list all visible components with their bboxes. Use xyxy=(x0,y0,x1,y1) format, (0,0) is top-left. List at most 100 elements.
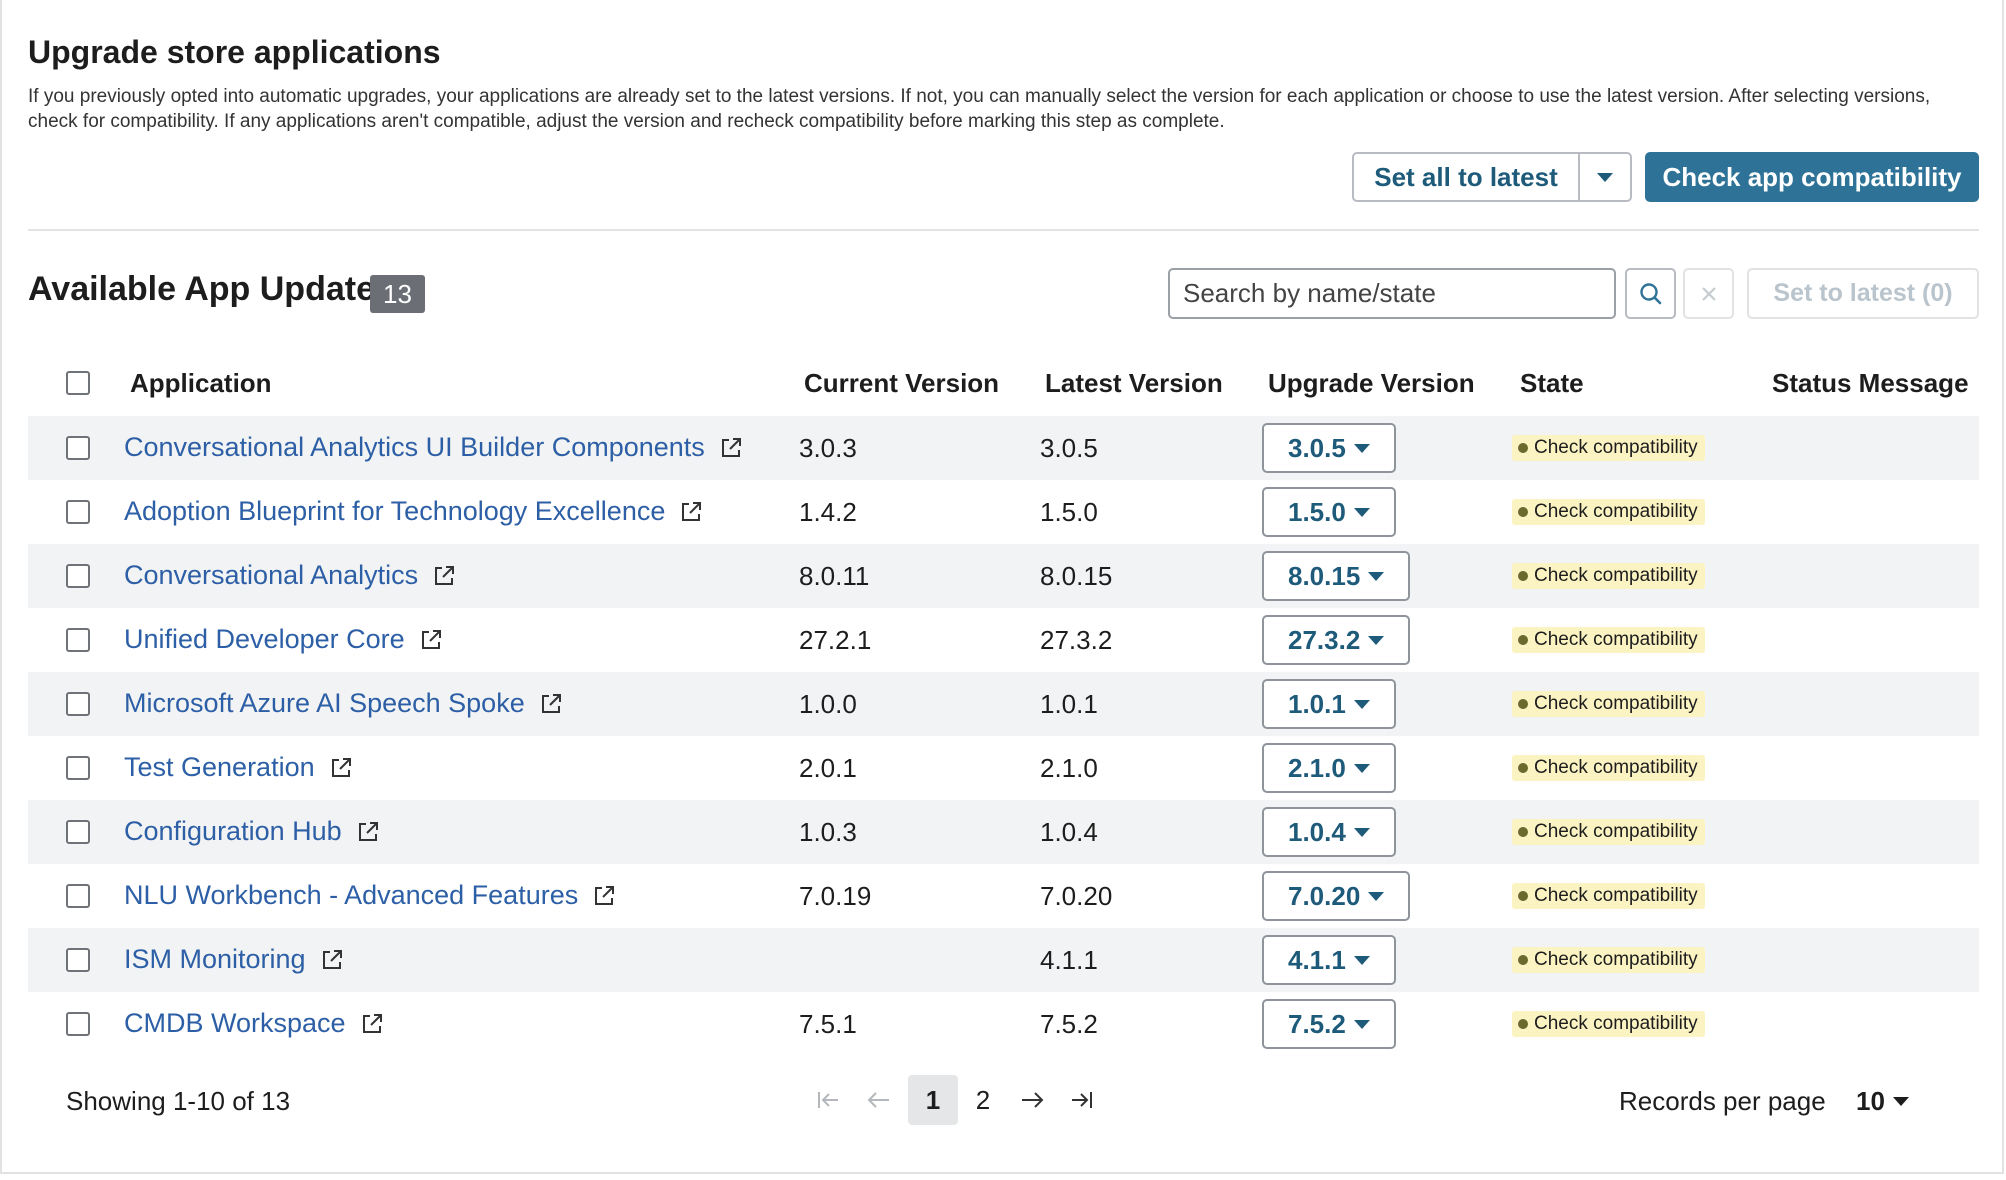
current-version: 27.2.1 xyxy=(799,625,872,655)
row-checkbox[interactable] xyxy=(66,948,90,972)
set-all-split-button: Set all to latest xyxy=(1352,152,1632,202)
column-header-state[interactable]: State xyxy=(1520,368,1584,399)
state-label: Check compatibility xyxy=(1534,437,1698,458)
row-checkbox[interactable] xyxy=(66,884,90,908)
upgrade-version-select[interactable]: 2.1.0 xyxy=(1262,743,1396,793)
row-checkbox[interactable] xyxy=(66,1012,90,1036)
chevron-down-icon xyxy=(1353,763,1370,773)
app-name-link[interactable]: Conversational Analytics xyxy=(124,560,456,591)
app-name-link[interactable]: ISM Monitoring xyxy=(124,944,344,975)
set-all-dropdown-button[interactable] xyxy=(1580,154,1630,200)
state-label: Check compatibility xyxy=(1534,885,1698,906)
status-dot-icon xyxy=(1518,955,1528,965)
row-checkbox[interactable] xyxy=(66,500,90,524)
external-link-icon xyxy=(682,501,702,521)
upgrade-version-value: 7.5.2 xyxy=(1288,1008,1346,1039)
state-badge: Check compatibility xyxy=(1512,1011,1705,1037)
set-to-latest-button[interactable]: Set to latest (0) xyxy=(1747,268,1979,319)
app-name: Conversational Analytics UI Builder Comp… xyxy=(124,432,705,462)
upgrade-version-select[interactable]: 1.5.0 xyxy=(1262,487,1396,537)
status-dot-icon xyxy=(1518,635,1528,645)
upgrade-version-select[interactable]: 7.5.2 xyxy=(1262,999,1396,1049)
table-row: Test Generation 2.0.1 2.1.0 2.1.0 Check comp… xyxy=(28,736,1979,800)
upgrade-version-select[interactable]: 27.3.2 xyxy=(1262,615,1411,665)
column-header-current-version[interactable]: Current Version xyxy=(804,368,999,399)
table-row: NLU Workbench - Advanced Features 7.0.19 7… xyxy=(28,864,1979,928)
table-row: Conversational Analytics UI Builder Comp… xyxy=(28,416,1979,480)
state-badge: Check compatibility xyxy=(1512,499,1705,525)
external-link-icon xyxy=(541,693,561,713)
next-page-icon[interactable] xyxy=(1019,1087,1045,1113)
app-name-link[interactable]: Test Generation xyxy=(124,752,353,783)
app-name-link[interactable]: Conversational Analytics UI Builder Comp… xyxy=(124,432,743,463)
latest-version: 1.5.0 xyxy=(1040,497,1098,527)
row-checkbox[interactable] xyxy=(66,436,90,460)
check-app-compatibility-button[interactable]: Check app compatibility xyxy=(1645,152,1979,202)
records-per-page-select[interactable]: 10 xyxy=(1856,1086,1909,1117)
app-updates-table: Application Current Version Latest Versi… xyxy=(28,354,1979,1056)
state-label: Check compatibility xyxy=(1534,821,1698,842)
column-header-application[interactable]: Application xyxy=(130,368,272,399)
table-row: Adoption Blueprint for Technology Excell… xyxy=(28,480,1979,544)
chevron-down-icon xyxy=(1353,507,1370,517)
clear-search-button[interactable] xyxy=(1683,268,1734,319)
state-badge: Check compatibility xyxy=(1512,819,1705,845)
current-version: 2.0.1 xyxy=(799,753,857,783)
chevron-down-icon xyxy=(1353,955,1370,965)
table-row: Unified Developer Core 27.2.1 27.3.2 27.3.2… xyxy=(28,608,1979,672)
page-number[interactable]: 2 xyxy=(958,1075,1008,1125)
close-icon xyxy=(1701,286,1716,301)
table-row: Conversational Analytics 8.0.11 8.0.15 8.0.… xyxy=(28,544,1979,608)
app-name: Adoption Blueprint for Technology Excell… xyxy=(124,496,666,526)
column-header-latest-version[interactable]: Latest Version xyxy=(1045,368,1223,399)
search-button[interactable] xyxy=(1625,268,1676,319)
app-name-link[interactable]: CMDB Workspace xyxy=(124,1008,384,1039)
table-row: Configuration Hub 1.0.3 1.0.4 1.0.4 Check co… xyxy=(28,800,1979,864)
status-dot-icon xyxy=(1518,507,1528,517)
pagination-bar: Showing 1-10 of 13 1 2 Records per page … xyxy=(28,1070,1979,1130)
app-name-link[interactable]: Microsoft Azure AI Speech Spoke xyxy=(124,688,563,719)
status-dot-icon xyxy=(1518,443,1528,453)
search-input[interactable] xyxy=(1168,268,1616,319)
row-checkbox[interactable] xyxy=(66,692,90,716)
upgrade-version-value: 1.5.0 xyxy=(1288,496,1346,527)
set-all-to-latest-button[interactable]: Set all to latest xyxy=(1354,154,1580,200)
search-icon xyxy=(1639,282,1661,304)
first-page-icon[interactable] xyxy=(815,1087,841,1113)
row-checkbox[interactable] xyxy=(66,564,90,588)
app-name-link[interactable]: Unified Developer Core xyxy=(124,624,443,655)
upgrade-version-select[interactable]: 7.0.20 xyxy=(1262,871,1411,921)
chevron-down-icon xyxy=(1353,443,1370,453)
app-name: Configuration Hub xyxy=(124,816,342,846)
row-checkbox[interactable] xyxy=(66,628,90,652)
page-number-current[interactable]: 1 xyxy=(908,1075,958,1125)
app-name-link[interactable]: Configuration Hub xyxy=(124,816,380,847)
upgrade-version-select[interactable]: 8.0.15 xyxy=(1262,551,1411,601)
page-description: If you previously opted into automatic u… xyxy=(28,86,1931,132)
status-dot-icon xyxy=(1518,827,1528,837)
upgrade-version-select[interactable]: 1.0.1 xyxy=(1262,679,1396,729)
select-all-checkbox[interactable] xyxy=(66,371,90,395)
state-badge: Check compatibility xyxy=(1512,883,1705,909)
upgrade-version-select[interactable]: 4.1.1 xyxy=(1262,935,1396,985)
row-checkbox[interactable] xyxy=(66,756,90,780)
records-per-page-label: Records per page xyxy=(1619,1086,1826,1116)
state-label: Check compatibility xyxy=(1534,1013,1698,1034)
row-checkbox[interactable] xyxy=(66,820,90,844)
count-badge: 13 xyxy=(370,275,425,313)
chevron-down-icon xyxy=(1368,891,1385,901)
column-header-status-message[interactable]: Status Message xyxy=(1772,368,1969,399)
column-header-upgrade-version[interactable]: Upgrade Version xyxy=(1268,368,1475,399)
upgrade-version-value: 3.0.5 xyxy=(1288,432,1346,463)
chevron-down-icon xyxy=(1368,635,1385,645)
upgrade-version-value: 4.1.1 xyxy=(1288,944,1346,975)
last-page-icon[interactable] xyxy=(1069,1087,1095,1113)
latest-version: 2.1.0 xyxy=(1040,753,1098,783)
previous-page-icon[interactable] xyxy=(866,1087,892,1113)
external-link-icon xyxy=(421,629,441,649)
upgrade-version-select[interactable]: 1.0.4 xyxy=(1262,807,1396,857)
app-name: CMDB Workspace xyxy=(124,1008,346,1038)
app-name-link[interactable]: NLU Workbench - Advanced Features xyxy=(124,880,616,911)
upgrade-version-select[interactable]: 3.0.5 xyxy=(1262,423,1396,473)
app-name-link[interactable]: Adoption Blueprint for Technology Excell… xyxy=(124,496,703,527)
